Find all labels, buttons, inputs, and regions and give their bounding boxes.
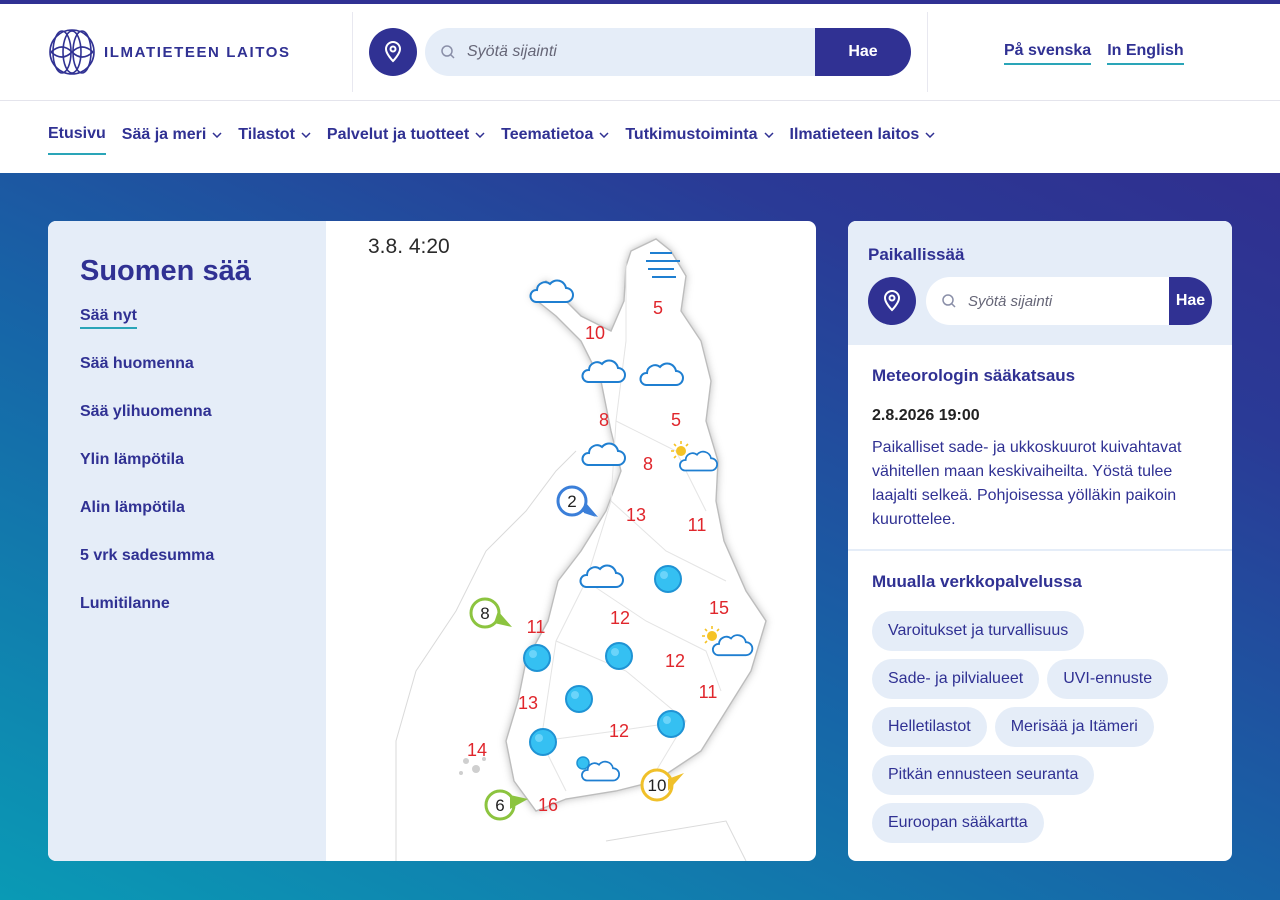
menu-item-saa-ylihuomenna[interactable]: Sää ylihuomenna <box>80 403 214 451</box>
wind-marker: 8 <box>469 597 512 629</box>
chip-uvi-ennuste[interactable]: UVI-ennuste <box>1047 659 1169 699</box>
chevron-down-icon <box>599 132 609 138</box>
local-weather-search: Paikallissää Hae <box>848 221 1232 345</box>
hero-section: Suomen sää Sää nyt Sää huomenna Sää ylih… <box>0 173 1280 900</box>
nav-item-tilastot[interactable]: Tilastot <box>238 125 311 155</box>
nav-item-palvelut[interactable]: Palvelut ja tuotteet <box>327 125 485 155</box>
location-pin-icon <box>883 290 901 312</box>
weather-sidebar: Suomen sää Sää nyt Sää huomenna Sää ylih… <box>48 221 326 861</box>
nav-item-tutkimustoiminta[interactable]: Tutkimustoiminta <box>625 125 774 155</box>
weather-title: Suomen sää <box>80 255 251 287</box>
wind-marker: 2 <box>556 485 598 517</box>
site-header: ILMATIETEEN LAITOS Hae På svenska In Eng… <box>0 4 1280 101</box>
chip-pitkan-ennusteen-seuranta[interactable]: Pitkän ennusteen seuranta <box>872 755 1095 795</box>
temperature-label: 11 <box>688 515 707 535</box>
section-divider <box>848 549 1232 551</box>
temperature-label: 16 <box>538 795 558 815</box>
temperature-label: 11 <box>527 617 546 637</box>
temperature-label: 10 <box>585 323 605 343</box>
menu-item-alin-lampotila[interactable]: Alin lämpötila <box>80 499 214 547</box>
header-divider <box>352 12 353 92</box>
forecast-date: 2.8.2026 19:00 <box>872 407 980 424</box>
lang-english-link[interactable]: In English <box>1107 42 1184 65</box>
elsewhere-title: Muualla verkkopalvelussa <box>872 572 1082 591</box>
temperature-label: 5 <box>653 298 663 318</box>
wind-marker: 6 <box>484 789 528 821</box>
temperature-label: 15 <box>709 598 729 618</box>
logo[interactable]: ILMATIETEEN LAITOS <box>48 28 291 76</box>
chip-helletilastot[interactable]: Helletilastot <box>872 707 987 747</box>
chevron-down-icon <box>212 132 222 138</box>
nav-item-ilmatieteen-laitos[interactable]: Ilmatieteen laitos <box>790 125 936 155</box>
rain-dot-icon <box>576 756 590 770</box>
logo-text: ILMATIETEEN LAITOS <box>104 43 291 61</box>
svg-text:8: 8 <box>480 604 489 623</box>
clear-sky-icon <box>654 565 682 593</box>
temperature-label: 12 <box>665 651 685 671</box>
nav-item-etusivu[interactable]: Etusivu <box>48 125 106 155</box>
header-divider <box>927 12 928 92</box>
logo-icon <box>49 29 95 75</box>
search-icon <box>942 294 956 308</box>
temperature-label: 5 <box>671 410 681 430</box>
temperature-label: 13 <box>626 505 646 525</box>
forecast-text: Paikalliset sade- ja ukkoskuurot kuivaht… <box>872 439 1182 528</box>
chevron-down-icon <box>763 132 774 138</box>
header-search: Hae <box>425 28 911 76</box>
local-search-button[interactable]: Hae <box>1169 277 1212 325</box>
lang-swedish-link[interactable]: På svenska <box>1004 42 1092 65</box>
local-location-button[interactable] <box>868 277 916 325</box>
chip-euroopan-saakartta[interactable]: Euroopan sääkartta <box>872 803 1044 843</box>
local-search-input[interactable] <box>968 292 1169 310</box>
location-pin-icon <box>384 41 402 63</box>
elsewhere-links: Varoitukset ja turvallisuus Sade- ja pil… <box>872 611 1212 843</box>
weather-map[interactable]: 3.8. 4:20 5 10 8 5 8 13 11 12 15 11 12 1… <box>326 221 816 861</box>
menu-item-saa-nyt[interactable]: Sää nyt <box>80 307 214 355</box>
header-search-input[interactable] <box>467 43 815 61</box>
finland-weather-card: Suomen sää Sää nyt Sää huomenna Sää ylih… <box>48 221 816 861</box>
main-nav: Etusivu Sää ja meri Tilastot Palvelut ja… <box>0 101 1280 173</box>
forecast-title: Meteorologin sääkatsaus <box>872 366 1076 385</box>
finland-map-svg: 5 10 8 5 8 13 11 12 15 11 12 13 11 12 14… <box>395 238 767 861</box>
nav-item-saa-ja-meri[interactable]: Sää ja meri <box>122 125 223 155</box>
clear-sky-icon <box>605 642 633 670</box>
menu-item-sadesumma[interactable]: 5 vrk sadesumma <box>80 547 214 595</box>
wind-marker: 10 <box>640 768 684 802</box>
temperature-label: 8 <box>599 410 609 430</box>
svg-text:2: 2 <box>567 492 576 511</box>
header-search-button[interactable]: Hae <box>815 28 911 76</box>
temperature-label: 12 <box>610 608 630 628</box>
temperature-label: 14 <box>467 740 487 760</box>
search-icon <box>441 45 455 59</box>
temperature-label: 11 <box>699 682 718 702</box>
temperature-label: 13 <box>518 693 538 713</box>
location-button[interactable] <box>369 28 417 76</box>
svg-text:10: 10 <box>648 776 667 795</box>
chip-sade-pilvialueet[interactable]: Sade- ja pilvialueet <box>872 659 1040 699</box>
language-links: På svenska In English <box>1004 42 1184 65</box>
clear-sky-icon <box>529 728 557 756</box>
chevron-down-icon <box>301 132 311 138</box>
chevron-down-icon <box>925 132 935 138</box>
menu-item-ylin-lampotila[interactable]: Ylin lämpötila <box>80 451 214 499</box>
clear-sky-icon <box>565 685 593 713</box>
clear-sky-icon <box>657 710 685 738</box>
local-weather-title: Paikallissää <box>868 245 965 264</box>
menu-item-lumitilanne[interactable]: Lumitilanne <box>80 595 214 643</box>
chevron-down-icon <box>475 132 485 138</box>
local-weather-card: Paikallissää Hae Meteorologin sääkatsaus… <box>848 221 1232 861</box>
clear-sky-icon <box>523 644 551 672</box>
svg-text:6: 6 <box>495 796 504 815</box>
temperature-label: 12 <box>609 721 629 741</box>
chip-merisaa[interactable]: Merisää ja Itämeri <box>994 707 1154 747</box>
cloud-icon <box>529 279 574 303</box>
temperature-label: 8 <box>643 454 653 474</box>
local-search: Hae <box>926 277 1212 325</box>
chip-varoitukset[interactable]: Varoitukset ja turvallisuus <box>872 611 1085 651</box>
nav-item-teematietoa[interactable]: Teematietoa <box>501 125 609 155</box>
menu-item-saa-huomenna[interactable]: Sää huomenna <box>80 355 214 403</box>
